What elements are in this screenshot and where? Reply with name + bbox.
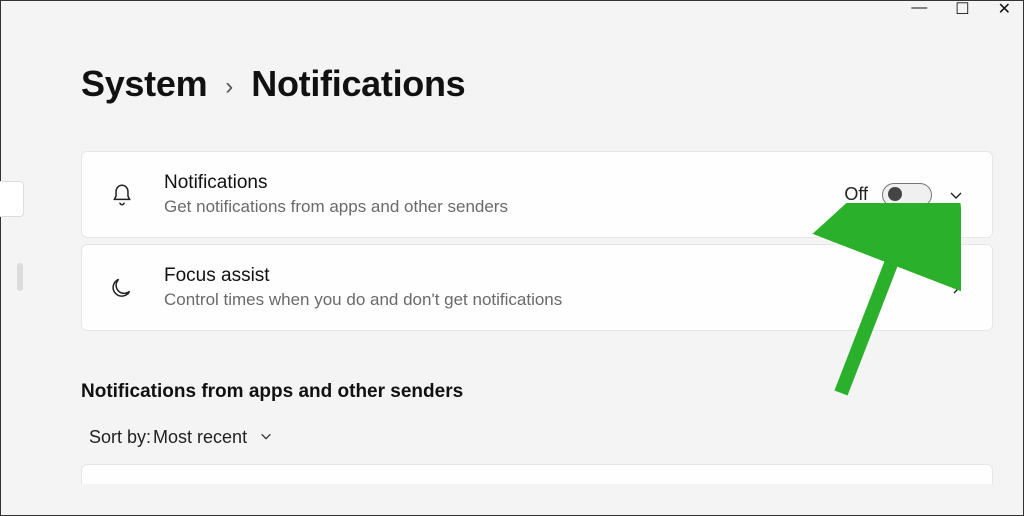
focus-assist-text: Focus assist Control times when you do a… <box>164 265 932 310</box>
breadcrumb-parent[interactable]: System <box>81 63 207 105</box>
app-sender-card-partial[interactable] <box>81 464 993 484</box>
notifications-setting-card[interactable]: Notifications Get notifications from app… <box>81 151 993 238</box>
breadcrumb: System › Notifications <box>81 63 993 105</box>
section-heading: Notifications from apps and other sender… <box>81 381 993 403</box>
breadcrumb-current: Notifications <box>251 63 465 105</box>
moon-icon <box>108 274 136 302</box>
toggle-state-label: Off <box>844 184 868 205</box>
sort-value: Most recent <box>153 427 247 448</box>
notifications-toggle[interactable] <box>882 183 932 207</box>
left-scroll-marker <box>17 263 23 291</box>
close-button[interactable]: ✕ <box>998 0 1011 19</box>
focus-assist-subtitle: Control times when you do and don't get … <box>164 290 932 310</box>
expand-chevron-down-icon[interactable] <box>946 185 966 205</box>
minimize-button[interactable]: — <box>911 0 927 19</box>
chevron-right-icon: › <box>225 73 233 101</box>
sort-by-dropdown[interactable]: Sort by: Most recent <box>89 427 993 448</box>
maximize-button[interactable]: ☐ <box>955 0 969 19</box>
toggle-knob <box>888 187 902 201</box>
chevron-down-icon <box>259 427 273 448</box>
focus-assist-setting-card[interactable]: Focus assist Control times when you do a… <box>81 244 993 331</box>
left-tab-marker <box>0 181 24 217</box>
notifications-toggle-area: Off <box>844 183 932 207</box>
notifications-title: Notifications <box>164 172 844 194</box>
window-controls: — ☐ ✕ <box>911 0 1011 19</box>
notifications-text: Notifications Get notifications from app… <box>164 172 844 217</box>
focus-assist-title: Focus assist <box>164 265 932 287</box>
settings-content: System › Notifications Notifications Get… <box>1 1 1023 484</box>
notifications-subtitle: Get notifications from apps and other se… <box>164 197 844 217</box>
navigate-chevron-right-icon[interactable] <box>946 278 966 298</box>
bell-icon <box>108 181 136 209</box>
sort-label: Sort by: <box>89 427 151 448</box>
